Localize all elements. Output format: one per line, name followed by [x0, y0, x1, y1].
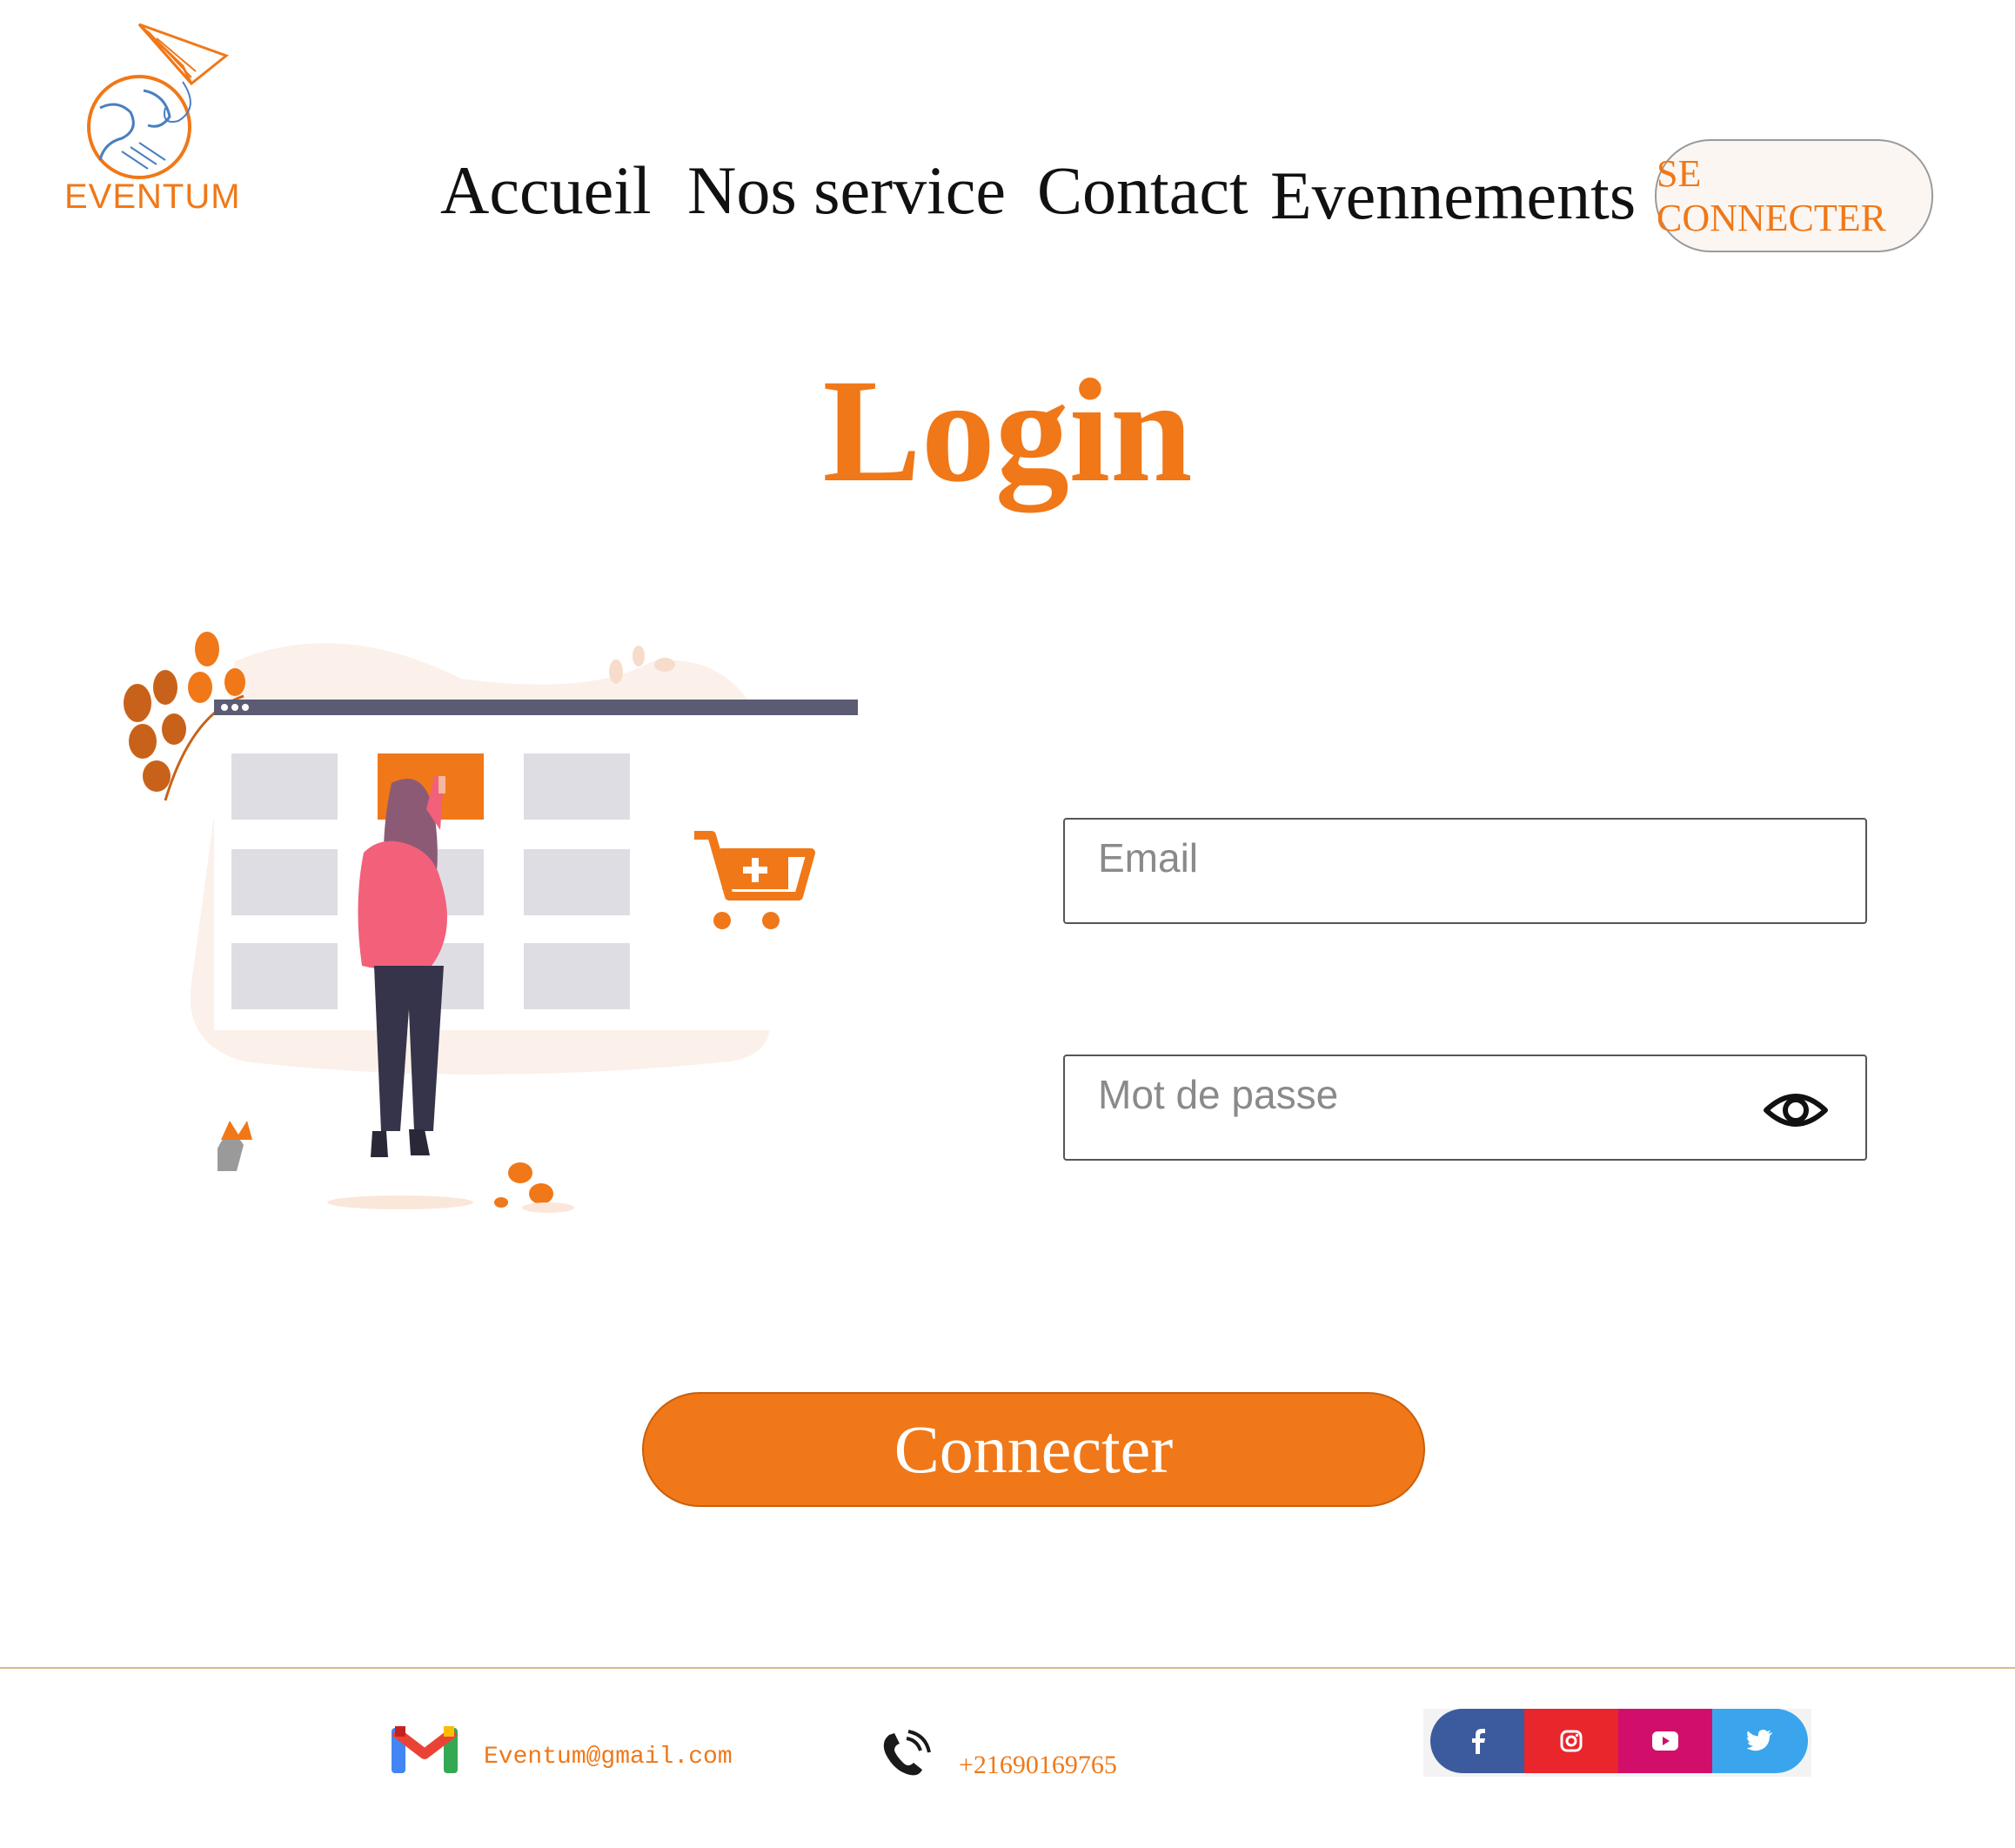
eye-icon[interactable] [1763, 1089, 1829, 1131]
brand-name: EVENTUM [64, 177, 241, 216]
password-field[interactable] [1063, 1055, 1867, 1161]
email-field[interactable] [1063, 818, 1867, 924]
email-input[interactable] [1098, 832, 1777, 884]
twitter-button[interactable] [1712, 1709, 1808, 1773]
gmail-icon[interactable] [392, 1723, 458, 1773]
footer-divider [0, 1667, 2015, 1669]
youtube-icon [1652, 1731, 1678, 1751]
instagram-icon [1560, 1730, 1583, 1752]
nav-contact[interactable]: Contact [1037, 157, 1248, 224]
twitter-icon [1747, 1730, 1772, 1751]
facebook-button[interactable] [1430, 1709, 1524, 1773]
shopping-illustration [113, 626, 896, 1218]
nav-accueil[interactable]: Accueil [440, 157, 652, 224]
nav-services[interactable]: Nos service [687, 157, 1006, 224]
connect-button[interactable]: Connecter [642, 1392, 1425, 1507]
brand-logo[interactable]: EVENTUM [61, 21, 240, 221]
nav-evennements[interactable]: Evennements [1270, 162, 1636, 230]
page-title: Login [822, 349, 1193, 512]
social-links [1423, 1709, 1811, 1777]
header-login-button[interactable]: SE CONNECTER [1655, 139, 1933, 252]
footer-email-link[interactable]: Eventum@gmail.com [484, 1744, 733, 1771]
facebook-icon [1472, 1729, 1485, 1754]
instagram-button[interactable] [1524, 1709, 1618, 1773]
footer-phone: +21690169765 [959, 1751, 1117, 1779]
youtube-button[interactable] [1618, 1709, 1712, 1773]
phone-icon[interactable] [880, 1730, 931, 1778]
globe-paper-plane-icon [87, 23, 230, 179]
password-input[interactable] [1098, 1068, 1777, 1121]
